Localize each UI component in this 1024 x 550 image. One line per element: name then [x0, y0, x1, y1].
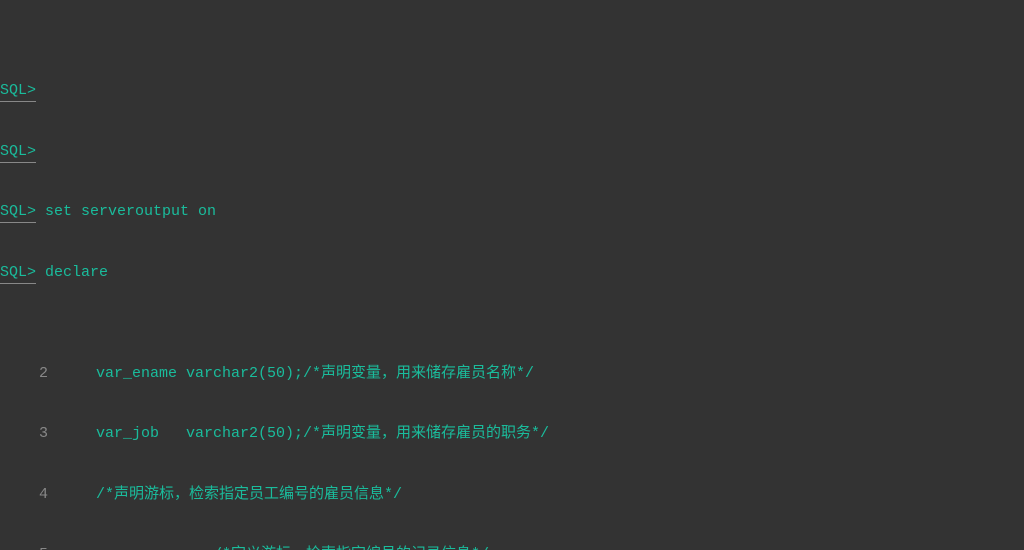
- prompt-line: SQL>: [0, 142, 1024, 162]
- line-number: 5: [0, 545, 60, 550]
- code-text: /*声明游标，检索指定员工编号的雇员信息*/: [60, 485, 402, 505]
- prompt-line: SQL> declare: [0, 263, 1024, 283]
- command-text: declare: [36, 263, 108, 283]
- code-line: 3 var_job varchar2(50);/*声明变量，用来储存雇员的职务*…: [0, 424, 1024, 444]
- sql-prompt: SQL>: [0, 263, 36, 284]
- code-line: 5 cursor cur_emp /*定义游标，检索指定编号的记录信息*/: [0, 545, 1024, 550]
- sql-prompt: SQL>: [0, 81, 36, 102]
- code-text: var_job varchar2(50);/*声明变量，用来储存雇员的职务*/: [60, 424, 549, 444]
- code-text: var_ename varchar2(50);/*声明变量，用来储存雇员名称*/: [60, 364, 534, 384]
- prompt-line: SQL>: [0, 81, 1024, 101]
- command-text: set serveroutput on: [36, 202, 216, 222]
- code-line: 2 var_ename varchar2(50);/*声明变量，用来储存雇员名称…: [0, 364, 1024, 384]
- sql-prompt: SQL>: [0, 202, 36, 223]
- sql-prompt: SQL>: [0, 142, 36, 163]
- line-number: 2: [0, 364, 60, 384]
- code-text: cursor cur_emp /*定义游标，检索指定编号的记录信息*/: [60, 545, 489, 550]
- line-number: 4: [0, 485, 60, 505]
- code-line: 4 /*声明游标，检索指定员工编号的雇员信息*/: [0, 485, 1024, 505]
- prompt-line: SQL> set serveroutput on: [0, 202, 1024, 222]
- line-number: 3: [0, 424, 60, 444]
- terminal-window[interactable]: SQL> SQL> SQL> set serveroutput on SQL> …: [0, 0, 1024, 550]
